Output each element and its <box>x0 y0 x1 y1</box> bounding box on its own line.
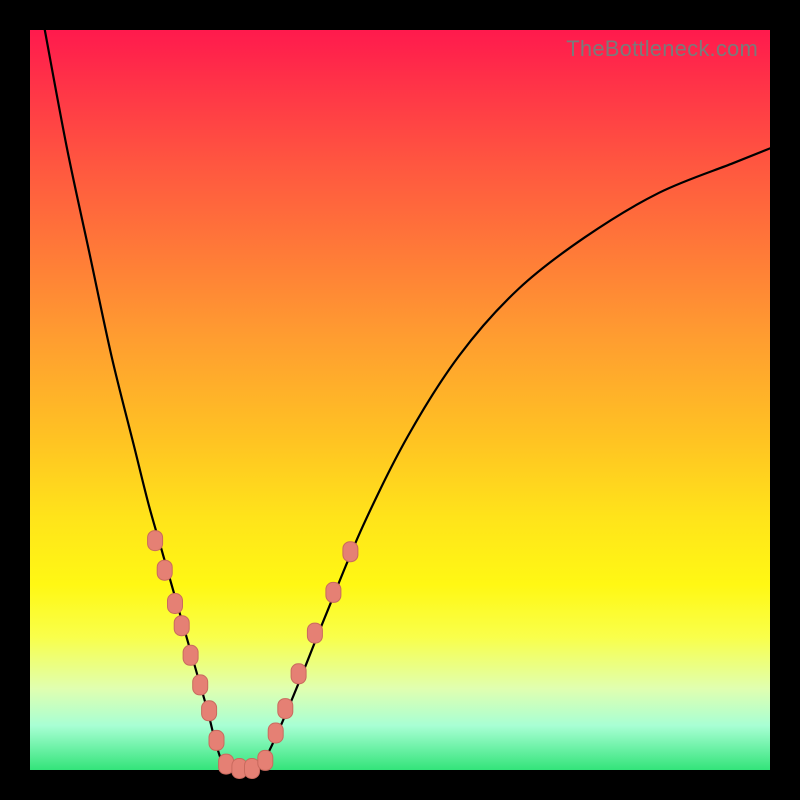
data-marker <box>278 699 293 719</box>
data-marker <box>148 531 163 551</box>
data-marker <box>202 701 217 721</box>
data-marker <box>307 623 322 643</box>
data-marker <box>258 750 273 770</box>
data-marker <box>268 723 283 743</box>
data-marker <box>168 594 183 614</box>
data-marker <box>193 675 208 695</box>
data-marker <box>157 560 172 580</box>
data-marker <box>219 754 234 774</box>
data-marker <box>174 616 189 636</box>
plot-area: TheBottleneck.com <box>30 30 770 770</box>
data-marker <box>326 582 341 602</box>
data-marker <box>209 730 224 750</box>
curve-svg <box>30 30 770 770</box>
data-marker <box>343 542 358 562</box>
bottleneck-curve <box>45 30 770 772</box>
data-marker <box>183 645 198 665</box>
marker-group <box>148 531 358 779</box>
data-marker <box>245 759 260 779</box>
data-marker <box>291 664 306 684</box>
